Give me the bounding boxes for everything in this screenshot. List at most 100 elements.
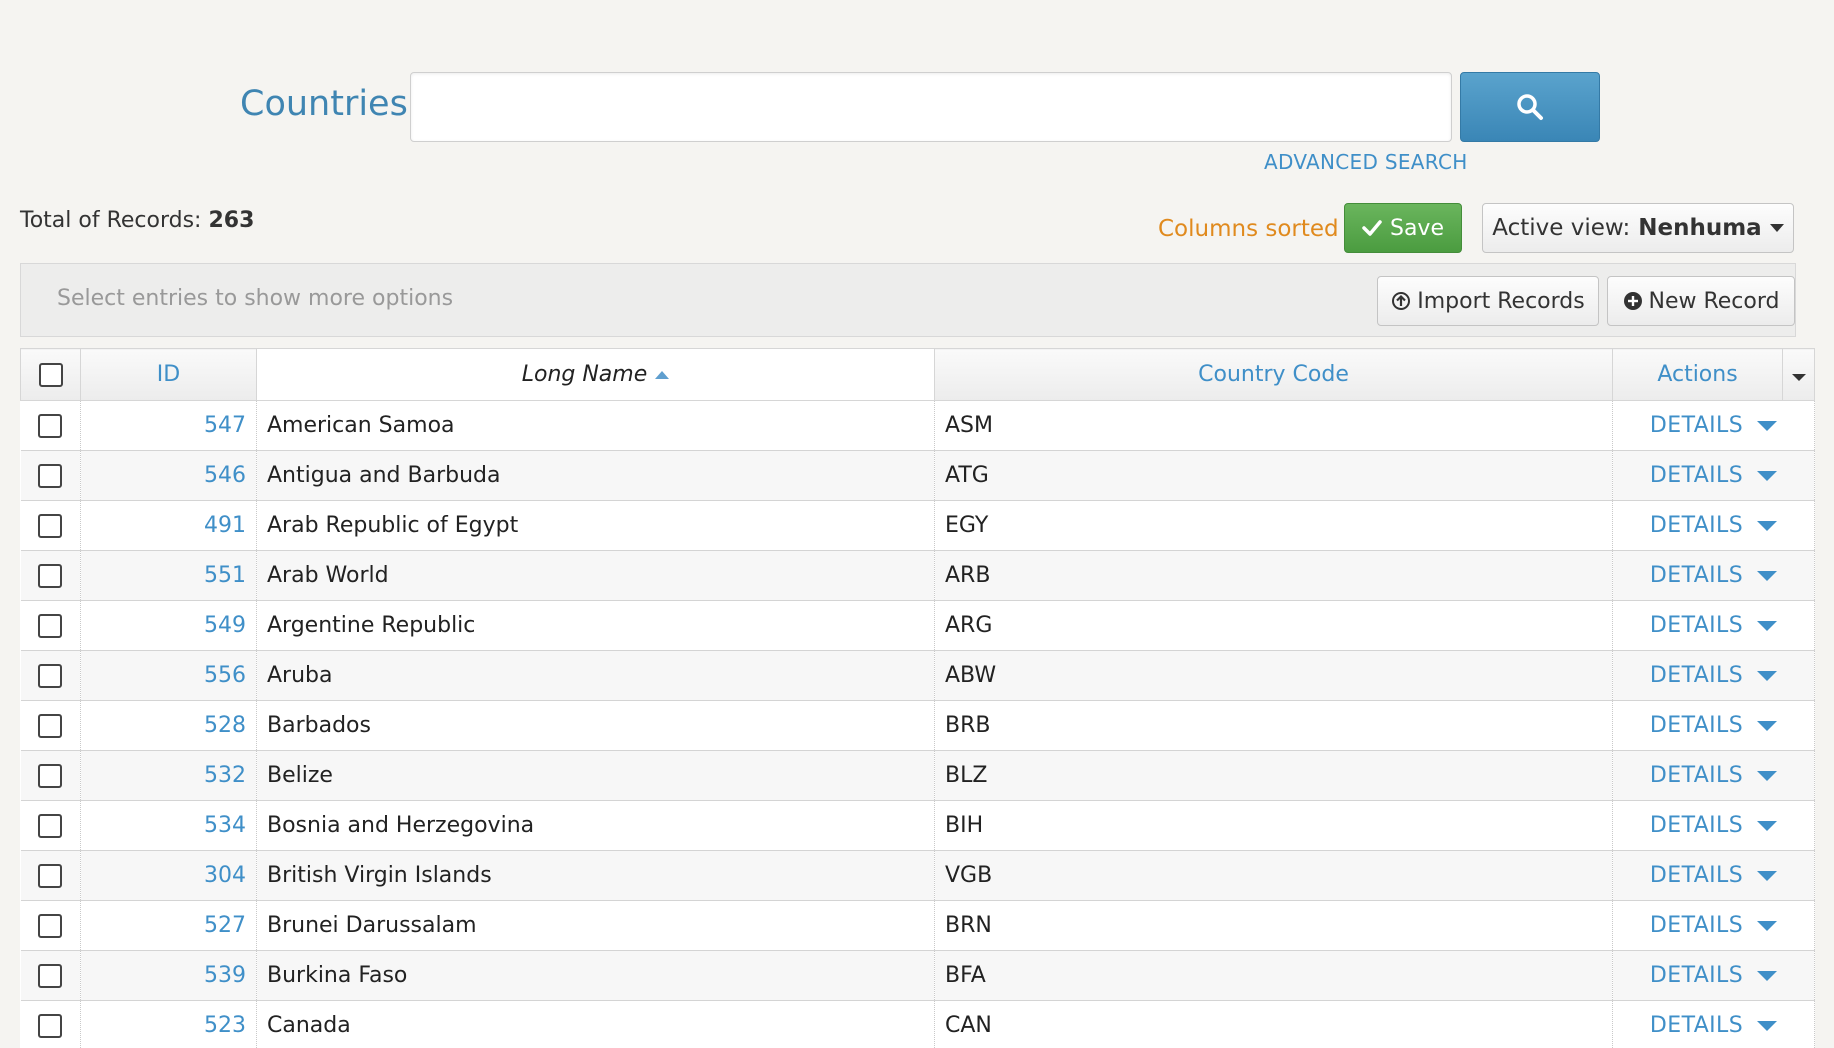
row-checkbox[interactable] bbox=[38, 514, 63, 538]
row-select-cell bbox=[20, 700, 81, 751]
table-row: 534 Bosnia and Herzegovina BIH DETAILS bbox=[20, 800, 1815, 851]
row-id-link[interactable]: 523 bbox=[80, 1000, 257, 1048]
row-actions[interactable]: DETAILS bbox=[1612, 900, 1815, 951]
row-select-cell bbox=[20, 900, 81, 951]
page-title: Countries bbox=[240, 84, 408, 124]
chevron-down-icon[interactable] bbox=[1757, 621, 1778, 631]
row-actions[interactable]: DETAILS bbox=[1612, 500, 1815, 551]
chevron-down-icon[interactable] bbox=[1757, 471, 1778, 481]
row-checkbox[interactable] bbox=[38, 764, 63, 788]
row-checkbox[interactable] bbox=[38, 1014, 63, 1038]
total-records-count: 263 bbox=[208, 208, 255, 233]
import-records-button[interactable]: Import Records bbox=[1377, 276, 1599, 326]
new-record-button[interactable]: New Record bbox=[1607, 276, 1795, 326]
details-link[interactable]: DETAILS bbox=[1650, 913, 1743, 938]
row-actions[interactable]: DETAILS bbox=[1612, 600, 1815, 651]
chevron-down-icon[interactable] bbox=[1757, 921, 1778, 931]
chevron-down-icon[interactable] bbox=[1757, 721, 1778, 731]
row-actions[interactable]: DETAILS bbox=[1612, 450, 1815, 501]
row-actions[interactable]: DETAILS bbox=[1612, 1000, 1815, 1048]
row-country-code: ARB bbox=[934, 550, 1613, 601]
select-all-checkbox[interactable] bbox=[38, 363, 63, 387]
row-id-link[interactable]: 304 bbox=[80, 850, 257, 901]
row-select-cell bbox=[20, 500, 81, 551]
row-id-link[interactable]: 528 bbox=[80, 700, 257, 751]
details-link[interactable]: DETAILS bbox=[1650, 563, 1743, 588]
row-checkbox[interactable] bbox=[38, 714, 63, 738]
row-id-link[interactable]: 527 bbox=[80, 900, 257, 951]
row-checkbox[interactable] bbox=[38, 914, 63, 938]
row-country-code: BFA bbox=[934, 950, 1613, 1001]
advanced-search-link[interactable]: ADVANCED SEARCH bbox=[1264, 150, 1468, 174]
row-select-cell bbox=[20, 850, 81, 901]
row-long-name: Argentine Republic bbox=[256, 600, 935, 651]
chevron-down-icon[interactable] bbox=[1757, 1021, 1778, 1031]
row-checkbox[interactable] bbox=[38, 814, 63, 838]
row-long-name: British Virgin Islands bbox=[256, 850, 935, 901]
details-link[interactable]: DETAILS bbox=[1650, 1013, 1743, 1038]
details-link[interactable]: DETAILS bbox=[1650, 513, 1743, 538]
select-all-cell bbox=[20, 348, 81, 401]
selection-bar: Select entries to show more options Impo… bbox=[20, 263, 1796, 337]
row-id-link[interactable]: 549 bbox=[80, 600, 257, 651]
row-checkbox[interactable] bbox=[38, 414, 63, 438]
column-header-long-name[interactable]: Long Name bbox=[256, 348, 935, 401]
row-actions[interactable]: DETAILS bbox=[1612, 750, 1815, 801]
details-link[interactable]: DETAILS bbox=[1650, 613, 1743, 638]
plus-circle-icon bbox=[1623, 292, 1642, 310]
table-row: 523 Canada CAN DETAILS bbox=[20, 1000, 1815, 1048]
chevron-down-icon[interactable] bbox=[1757, 671, 1778, 681]
row-long-name: American Samoa bbox=[256, 400, 935, 451]
details-link[interactable]: DETAILS bbox=[1650, 413, 1743, 438]
row-actions[interactable]: DETAILS bbox=[1612, 850, 1815, 901]
chevron-down-icon[interactable] bbox=[1757, 571, 1778, 581]
row-id-link[interactable]: 534 bbox=[80, 800, 257, 851]
chevron-down-icon[interactable] bbox=[1757, 521, 1778, 531]
column-menu-button[interactable] bbox=[1782, 348, 1815, 401]
row-id-link[interactable]: 546 bbox=[80, 450, 257, 501]
table-row: 532 Belize BLZ DETAILS bbox=[20, 750, 1815, 801]
save-button-label: Save bbox=[1389, 215, 1444, 241]
row-actions[interactable]: DETAILS bbox=[1612, 400, 1815, 451]
details-link[interactable]: DETAILS bbox=[1650, 713, 1743, 738]
details-link[interactable]: DETAILS bbox=[1650, 463, 1743, 488]
chevron-down-icon[interactable] bbox=[1757, 871, 1778, 881]
row-actions[interactable]: DETAILS bbox=[1612, 950, 1815, 1001]
row-id-link[interactable]: 547 bbox=[80, 400, 257, 451]
row-checkbox[interactable] bbox=[38, 614, 63, 638]
search-input[interactable] bbox=[410, 72, 1452, 142]
column-header-id[interactable]: ID bbox=[80, 348, 257, 401]
details-link[interactable]: DETAILS bbox=[1650, 663, 1743, 688]
chevron-down-icon[interactable] bbox=[1757, 821, 1778, 831]
row-actions[interactable]: DETAILS bbox=[1612, 650, 1815, 701]
details-link[interactable]: DETAILS bbox=[1650, 863, 1743, 888]
row-checkbox[interactable] bbox=[38, 464, 63, 488]
row-id-link[interactable]: 551 bbox=[80, 550, 257, 601]
row-country-code: CAN bbox=[934, 1000, 1613, 1048]
row-actions[interactable]: DETAILS bbox=[1612, 800, 1815, 851]
row-long-name: Brunei Darussalam bbox=[256, 900, 935, 951]
row-actions[interactable]: DETAILS bbox=[1612, 700, 1815, 751]
row-id-link[interactable]: 556 bbox=[80, 650, 257, 701]
column-header-country-code[interactable]: Country Code bbox=[934, 348, 1613, 401]
row-id-link[interactable]: 532 bbox=[80, 750, 257, 801]
row-country-code: ATG bbox=[934, 450, 1613, 501]
details-link[interactable]: DETAILS bbox=[1650, 813, 1743, 838]
chevron-down-icon[interactable] bbox=[1757, 971, 1778, 981]
details-link[interactable]: DETAILS bbox=[1650, 963, 1743, 988]
row-actions[interactable]: DETAILS bbox=[1612, 550, 1815, 601]
search-button[interactable] bbox=[1460, 72, 1600, 142]
row-checkbox[interactable] bbox=[38, 864, 63, 888]
details-link[interactable]: DETAILS bbox=[1650, 763, 1743, 788]
table-row: 528 Barbados BRB DETAILS bbox=[20, 700, 1815, 751]
row-id-link[interactable]: 539 bbox=[80, 950, 257, 1001]
save-button[interactable]: Save bbox=[1344, 203, 1462, 253]
active-view-dropdown[interactable]: Active view: Nenhuma bbox=[1482, 203, 1794, 253]
row-id-link[interactable]: 491 bbox=[80, 500, 257, 551]
row-checkbox[interactable] bbox=[38, 964, 63, 988]
chevron-down-icon[interactable] bbox=[1757, 771, 1778, 781]
row-checkbox[interactable] bbox=[38, 564, 63, 588]
chevron-down-icon[interactable] bbox=[1757, 421, 1778, 431]
row-checkbox[interactable] bbox=[38, 664, 63, 688]
table-row: 304 British Virgin Islands VGB DETAILS bbox=[20, 850, 1815, 901]
